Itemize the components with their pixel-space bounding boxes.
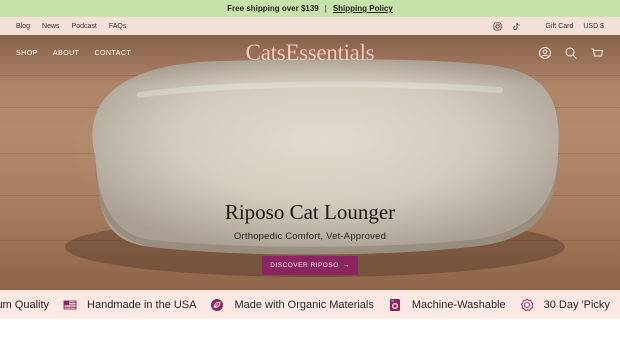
utility-link-blog[interactable]: Blog bbox=[16, 23, 30, 30]
guarantee-icon bbox=[520, 297, 534, 311]
feature-label-washable: Machine-Washable bbox=[411, 298, 506, 311]
cart-icon[interactable] bbox=[590, 46, 604, 60]
search-icon[interactable] bbox=[564, 46, 578, 60]
feature-label-organic: Made with Organic Materials bbox=[234, 298, 374, 311]
shipping-policy-link[interactable]: Shipping Policy bbox=[333, 4, 393, 13]
feature-label-premium: ium Quality bbox=[0, 298, 50, 311]
feature-item: 30 Day 'Picky bbox=[520, 297, 610, 312]
site-logo[interactable]: CatsEssentials bbox=[246, 40, 375, 65]
discover-button-label: DISCOVER RIPOSO bbox=[270, 262, 339, 269]
feature-item: Machine-Washable bbox=[388, 298, 506, 312]
account-icon[interactable] bbox=[538, 46, 552, 60]
utility-right: Gift Card USD $ bbox=[493, 21, 620, 31]
utility-link-news[interactable]: News bbox=[42, 23, 60, 30]
announcement-text: Free shipping over $139 bbox=[227, 4, 319, 13]
feature-item: Handmade in the USA bbox=[63, 298, 196, 312]
feature-item: Made with Organic Materials bbox=[210, 298, 374, 312]
nav-links: SHOP ABOUT CONTACT bbox=[0, 50, 131, 57]
announcement-separator: | bbox=[324, 4, 327, 13]
utility-links: Blog News Podcast FAQs bbox=[0, 23, 126, 30]
organic-icon bbox=[211, 298, 224, 311]
utility-link-podcast[interactable]: Podcast bbox=[72, 23, 97, 30]
utility-link-faqs[interactable]: FAQs bbox=[109, 23, 127, 30]
currency-selector[interactable]: USD $ bbox=[583, 23, 604, 30]
washer-icon bbox=[389, 298, 400, 311]
nav-actions bbox=[538, 46, 604, 60]
instagram-icon[interactable] bbox=[493, 21, 502, 31]
gift-card-link[interactable]: Gift Card bbox=[545, 23, 573, 30]
page-below-fold bbox=[0, 319, 620, 343]
arrow-right-icon: → bbox=[342, 262, 350, 269]
features-marquee: ium Quality Handmade in the USA Made wit… bbox=[0, 290, 620, 319]
utility-bar: Blog News Podcast FAQs Gift Card USD $ bbox=[0, 17, 620, 35]
hero-title: Riposo Cat Lounger bbox=[224, 200, 396, 224]
feature-item: ium Quality bbox=[0, 299, 49, 311]
usa-flag-icon bbox=[63, 300, 77, 309]
nav-item-contact[interactable]: CONTACT bbox=[94, 50, 131, 57]
hero-banner: Riposo Cat Lounger Orthopedic Comfort, V… bbox=[0, 35, 620, 290]
tiktok-icon[interactable] bbox=[512, 22, 521, 31]
discover-riposo-button[interactable]: DISCOVER RIPOSO → bbox=[262, 256, 358, 275]
hero-subtitle: Orthopedic Comfort, Vet-Approved bbox=[233, 231, 387, 242]
feature-label-handmade: Handmade in the USA bbox=[87, 298, 197, 311]
announcement-bar: Free shipping over $139 | Shipping Polic… bbox=[0, 0, 620, 17]
features-track: ium Quality Handmade in the USA Made wit… bbox=[0, 290, 620, 319]
nav-item-about[interactable]: ABOUT bbox=[53, 50, 80, 57]
main-nav: SHOP ABOUT CONTACT CatsEssentials bbox=[0, 35, 620, 71]
feature-label-guarantee: 30 Day 'Picky bbox=[543, 298, 610, 311]
nav-item-shop[interactable]: SHOP bbox=[16, 50, 38, 57]
